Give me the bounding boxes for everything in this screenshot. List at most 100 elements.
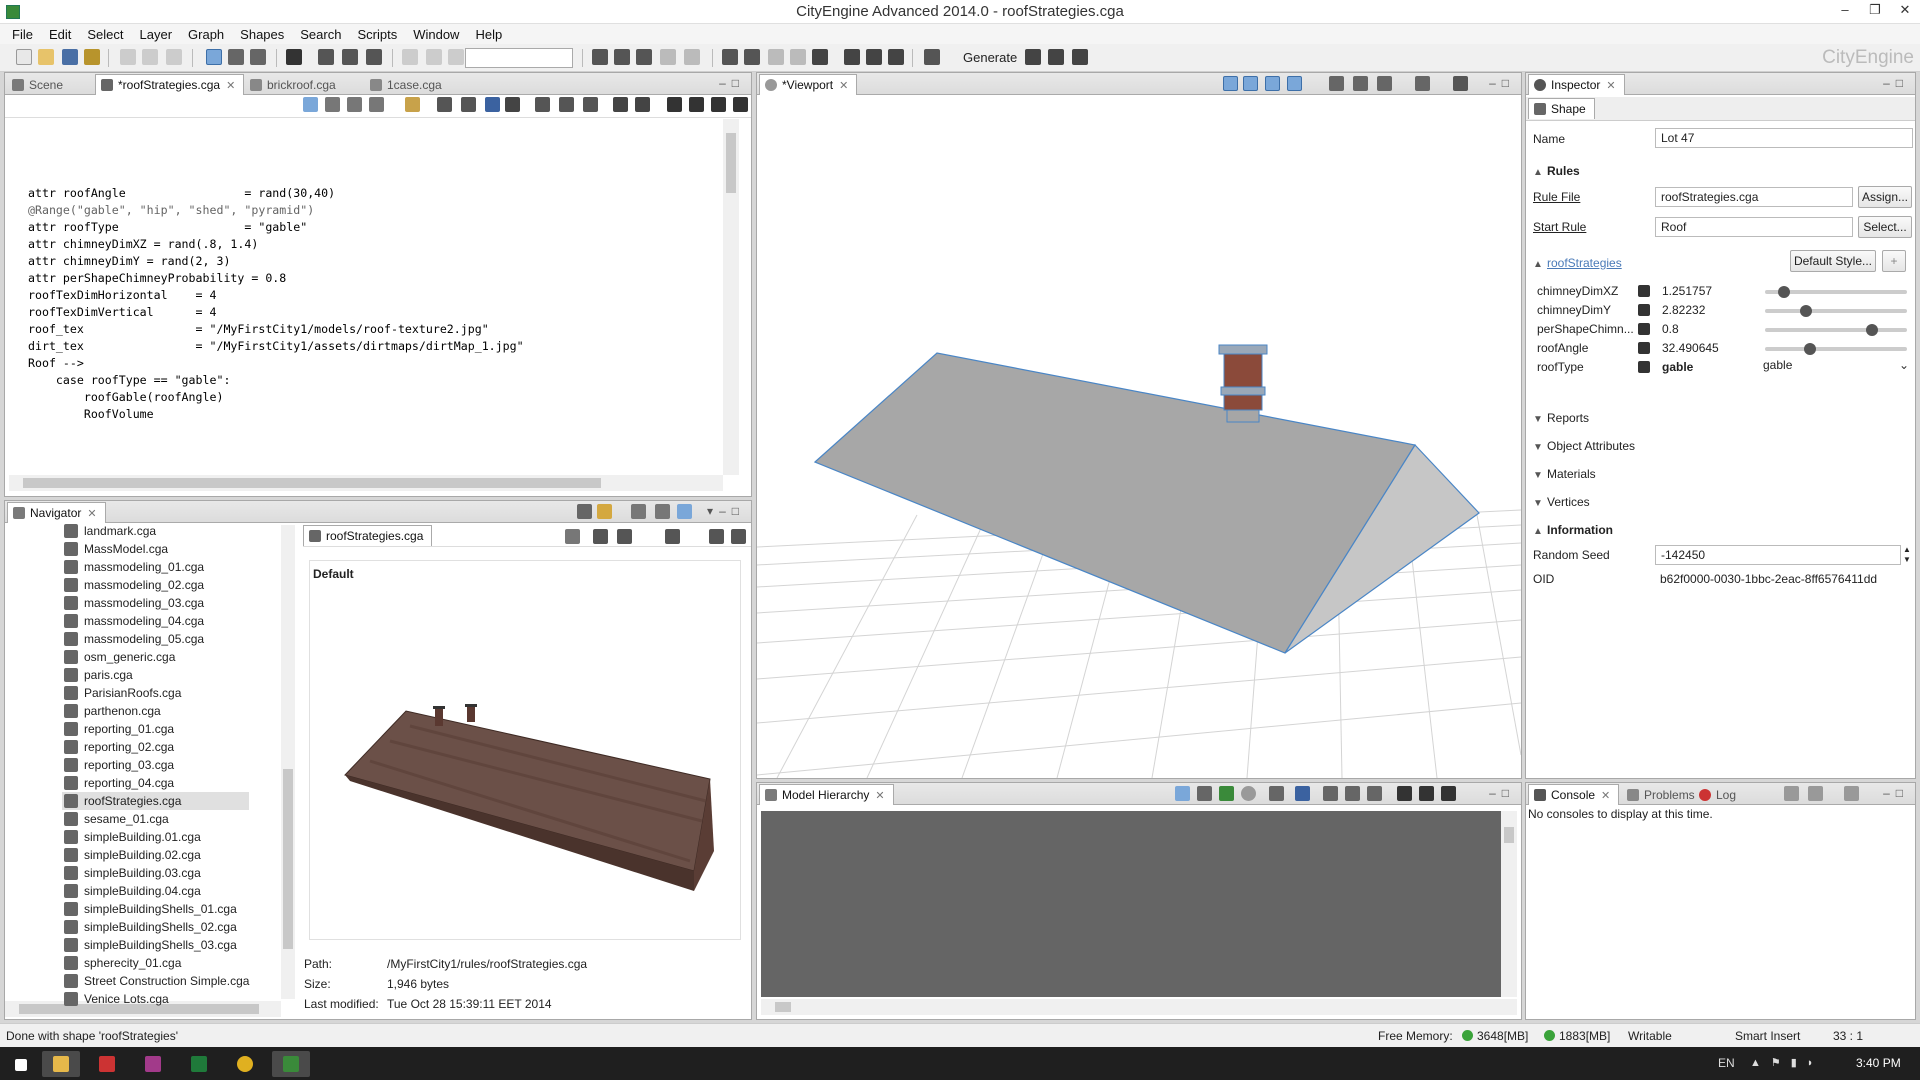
navigator-file-item[interactable]: simpleBuildingShells_01.cga bbox=[62, 900, 249, 918]
attr-slider[interactable] bbox=[1765, 324, 1907, 336]
rooftype-select[interactable]: gable ⌄ bbox=[1763, 358, 1911, 376]
rotate-tool-icon[interactable] bbox=[228, 49, 244, 65]
tab-log[interactable]: Log bbox=[1694, 785, 1744, 805]
model-hierarchy-canvas[interactable] bbox=[761, 811, 1501, 997]
attr-value-rooftype[interactable]: gable bbox=[1660, 360, 1693, 376]
street-edit-icon[interactable] bbox=[660, 49, 676, 65]
slider-knob[interactable] bbox=[1778, 286, 1790, 298]
panel-min-max-icons[interactable]: ▾–□ bbox=[707, 504, 745, 518]
panel-min-max-icons[interactable]: –□ bbox=[1489, 76, 1515, 90]
attr-slider[interactable] bbox=[1765, 286, 1907, 298]
navigator-file-item[interactable]: roofStrategies.cga bbox=[62, 792, 250, 810]
graph-icon[interactable] bbox=[437, 97, 452, 112]
navigator-file-item[interactable]: paris.cga bbox=[62, 666, 249, 684]
navigator-vertical-scrollbar[interactable] bbox=[281, 525, 295, 999]
shape-split-icon[interactable] bbox=[768, 49, 784, 65]
navigator-file-item[interactable]: parthenon.cga bbox=[62, 702, 249, 720]
rule-preview[interactable]: Default bbox=[309, 560, 741, 940]
model-export-icon[interactable] bbox=[709, 529, 724, 544]
maximize-button[interactable]: ❐ bbox=[1860, 0, 1890, 22]
attr-source-icon[interactable] bbox=[1638, 285, 1650, 297]
navigator-file-item[interactable]: simpleBuilding.02.cga bbox=[62, 846, 249, 864]
taskbar-cityengine[interactable] bbox=[272, 1051, 310, 1077]
navigator-file-item[interactable]: simpleBuildingShells_03.cga bbox=[62, 936, 249, 954]
default-style-button[interactable]: Default Style... bbox=[1790, 250, 1876, 272]
block-icon[interactable] bbox=[888, 49, 904, 65]
menu-scripts[interactable]: Scripts bbox=[349, 27, 405, 42]
textured-icon[interactable] bbox=[1265, 76, 1280, 91]
close-tab-icon[interactable]: ✕ bbox=[1606, 79, 1615, 92]
leaf-icon[interactable] bbox=[1219, 786, 1234, 801]
navigator-file-item[interactable]: osm_generic.cga bbox=[62, 648, 249, 666]
navigator-file-item[interactable]: massmodeling_02.cga bbox=[62, 576, 249, 594]
navigator-file-item[interactable]: massmodeling_01.cga bbox=[62, 558, 249, 576]
panel-min-max-icons[interactable]: –□ bbox=[719, 76, 745, 90]
menu-shapes[interactable]: Shapes bbox=[232, 27, 292, 42]
navigator-file-item[interactable]: reporting_04.cga bbox=[62, 774, 249, 792]
sphere-icon[interactable] bbox=[1241, 786, 1256, 801]
lock-icon[interactable] bbox=[448, 49, 464, 65]
tab-scene[interactable]: Scene bbox=[7, 75, 71, 95]
tab-shape[interactable]: Shape bbox=[1528, 98, 1595, 119]
cga-code[interactable]: attr roofAngle = rand(30,40) @Range("gabl… bbox=[28, 168, 524, 440]
attr-source-icon[interactable] bbox=[1638, 361, 1650, 373]
panel-min-max-icons[interactable]: –□ bbox=[1489, 786, 1515, 800]
select-button[interactable]: Select... bbox=[1858, 216, 1912, 238]
panel-min-max-icons[interactable]: –□ bbox=[1883, 76, 1909, 90]
hierarchy-vertical-scrollbar[interactable] bbox=[1501, 811, 1517, 997]
frame-selection-icon[interactable] bbox=[1353, 76, 1368, 91]
street-draw-icon[interactable] bbox=[592, 49, 608, 65]
hierarchy-icon[interactable] bbox=[733, 97, 748, 112]
generate-icon[interactable] bbox=[924, 49, 940, 65]
hierarchy-horizontal-scrollbar[interactable] bbox=[761, 999, 1517, 1015]
display-console-icon[interactable] bbox=[1808, 786, 1823, 801]
slider-knob[interactable] bbox=[1800, 305, 1813, 317]
select-arrow-icon[interactable] bbox=[286, 49, 302, 65]
editor-vertical-scrollbar[interactable] bbox=[723, 119, 739, 475]
tree-icon[interactable] bbox=[1295, 786, 1310, 801]
attr-value-field[interactable]: 1.251757 bbox=[1660, 284, 1712, 300]
zoom-fit-icon[interactable] bbox=[535, 97, 550, 112]
axes-icon[interactable] bbox=[1175, 786, 1190, 801]
add-style-button[interactable]: + bbox=[1882, 250, 1906, 272]
rules-section-header[interactable]: ▲ Rules bbox=[1533, 164, 1580, 178]
view-tree-icon[interactable] bbox=[655, 504, 670, 519]
list-icon[interactable] bbox=[613, 97, 628, 112]
object-attributes-section-header[interactable]: ▼ Object Attributes bbox=[1533, 439, 1635, 453]
slider-knob[interactable] bbox=[1804, 343, 1816, 355]
select-lasso-icon[interactable] bbox=[342, 49, 358, 65]
tab-console[interactable]: Console ✕ bbox=[1528, 784, 1620, 805]
navigator-file-item[interactable]: simpleBuildingShells_02.cga bbox=[62, 918, 249, 936]
shape-icon[interactable] bbox=[426, 49, 442, 65]
select-target-icon[interactable] bbox=[366, 49, 382, 65]
start-rule-link[interactable]: Start Rule bbox=[1533, 220, 1586, 234]
scale-tool-icon[interactable] bbox=[250, 49, 266, 65]
search-icon[interactable] bbox=[505, 97, 520, 112]
close-tab-icon[interactable]: ✕ bbox=[875, 789, 884, 802]
select-rect-icon[interactable] bbox=[318, 49, 334, 65]
menu-search[interactable]: Search bbox=[292, 27, 349, 42]
start-button[interactable] bbox=[2, 1051, 40, 1077]
regenerate-icon[interactable] bbox=[1025, 49, 1041, 65]
lighting-icon[interactable] bbox=[1287, 76, 1302, 91]
hierarchy-layout-icon[interactable] bbox=[1441, 786, 1456, 801]
cleanup-icon[interactable] bbox=[844, 49, 860, 65]
brush-icon[interactable] bbox=[84, 49, 100, 65]
tab-inspector[interactable]: Inspector ✕ bbox=[1528, 74, 1625, 95]
preview-toggle-icon[interactable] bbox=[677, 504, 692, 519]
attr-value-field[interactable]: 32.490645 bbox=[1660, 341, 1719, 357]
taskbar-chrome[interactable] bbox=[226, 1051, 264, 1077]
close-button[interactable]: ✕ bbox=[1890, 0, 1920, 22]
bookmark-star-icon[interactable] bbox=[1453, 76, 1468, 91]
cleanup-models-icon[interactable] bbox=[1072, 49, 1088, 65]
toolbar-search-input[interactable] bbox=[465, 48, 573, 68]
navigator-file-item[interactable]: massmodeling_04.cga bbox=[62, 612, 249, 630]
tab-preview[interactable]: roofStrategies.cga bbox=[303, 525, 433, 546]
graph-layout-icon[interactable] bbox=[461, 97, 476, 112]
arrow-up-icon[interactable] bbox=[1419, 786, 1434, 801]
shape-create-icon[interactable] bbox=[722, 49, 738, 65]
navigator-file-item[interactable]: sesame_01.cga bbox=[62, 810, 249, 828]
attr-slider[interactable] bbox=[1765, 343, 1907, 355]
tab-brickroof[interactable]: brickroof.cga bbox=[245, 75, 344, 95]
viewport-settings-icon[interactable] bbox=[1415, 76, 1430, 91]
